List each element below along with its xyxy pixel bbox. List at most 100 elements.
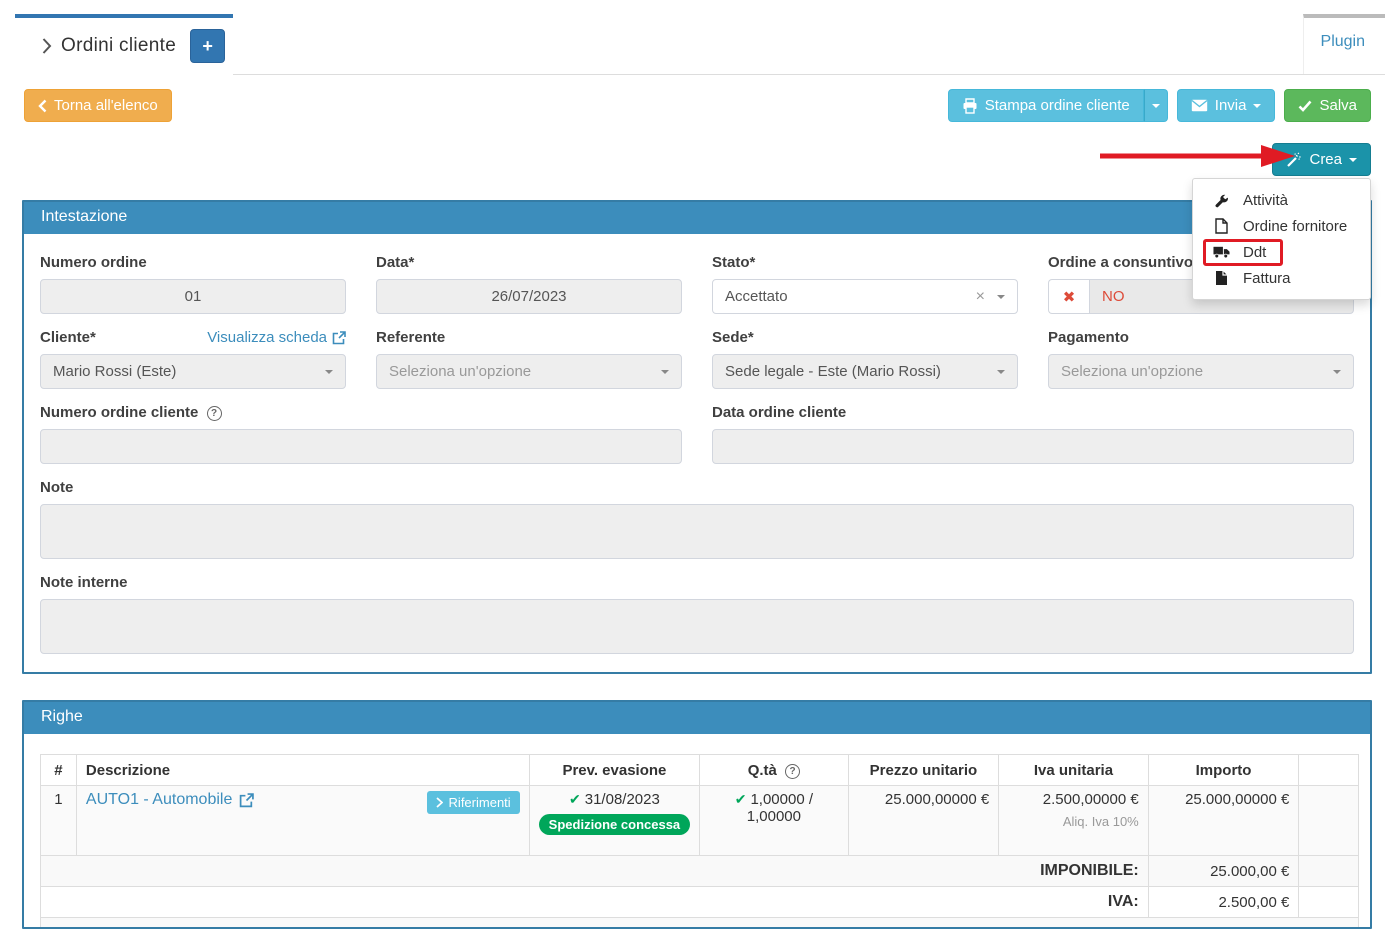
data-ordine-cliente-field: Data ordine cliente: [712, 404, 1354, 464]
print-dropdown-toggle[interactable]: [1144, 89, 1168, 122]
send-label: Invia: [1215, 97, 1247, 114]
truck-icon: [1212, 245, 1230, 259]
empty-cell: [1299, 856, 1359, 887]
row-prev-evasione-cell: ✔31/08/2023 Spedizione concessa: [529, 786, 700, 856]
numero-ordine-label: Numero ordine: [40, 254, 346, 271]
imponibile-value: 25.000,00 €: [1148, 856, 1299, 887]
cliente-select[interactable]: Mario Rossi (Este): [40, 354, 346, 389]
numero-ordine-cliente-text: Numero ordine cliente: [40, 404, 198, 421]
row-importo-cell: 25.000,00000 €: [1148, 786, 1299, 856]
toolbar-right-group: Stampa ordine cliente Invia Salva: [948, 89, 1371, 122]
create-button[interactable]: Crea: [1272, 143, 1371, 176]
sede-value: Sede legale - Este (Mario Rossi): [725, 363, 941, 380]
menu-item-fattura[interactable]: Fattura: [1193, 265, 1370, 291]
page-title: Ordini cliente: [61, 35, 176, 57]
help-icon[interactable]: ?: [785, 764, 800, 779]
table-header-row: # Descrizione Prev. evasione Q.tà ? Prez…: [41, 755, 1359, 786]
col-iva-unitaria: Iva unitaria: [999, 755, 1149, 786]
imponibile-label: IMPONIBILE:: [41, 856, 1149, 887]
wrench-icon: [1212, 193, 1230, 208]
iva-value: 2.500,00000 €: [1008, 791, 1139, 808]
clear-icon[interactable]: ×: [976, 288, 985, 306]
visualizza-scheda-link[interactable]: Visualizza scheda: [207, 329, 346, 346]
back-to-list-label: Torna all'elenco: [54, 97, 158, 114]
send-button[interactable]: Invia: [1177, 89, 1276, 122]
stato-label: Stato*: [712, 254, 1018, 271]
numero-ordine-input[interactable]: 01: [40, 279, 346, 314]
magic-wand-icon: [1286, 152, 1302, 168]
row-qta-cell: ✔1,00000 / 1,00000: [700, 786, 848, 856]
iva-label: IVA:: [41, 887, 1149, 918]
tabbar-divider: [233, 74, 1385, 75]
external-link-icon: [239, 793, 254, 808]
create-label: Crea: [1309, 151, 1342, 168]
caret-down-icon: [325, 370, 333, 374]
pagamento-label: Pagamento: [1048, 329, 1354, 346]
print-order-button[interactable]: Stampa ordine cliente: [948, 89, 1144, 122]
referente-field: Referente Seleziona un'opzione: [376, 329, 682, 389]
note-label: Note: [40, 479, 1354, 496]
menu-item-attivita[interactable]: Attività: [1193, 187, 1370, 213]
intestazione-panel: Intestazione Numero ordine 01 Data* 26/0…: [22, 200, 1372, 674]
article-link-label: AUTO1 - Automobile: [86, 791, 232, 809]
data-field: Data* 26/07/2023: [376, 254, 682, 314]
sede-select[interactable]: Sede legale - Este (Mario Rossi): [712, 354, 1018, 389]
cliente-field: Cliente* Visualizza scheda Mario Rossi (…: [40, 329, 346, 389]
pagamento-field: Pagamento Seleziona un'opzione: [1048, 329, 1354, 389]
stato-value: Accettato: [725, 288, 788, 305]
plugin-link[interactable]: Plugin: [1321, 33, 1365, 51]
menu-item-ordine-fornitore[interactable]: Ordine fornitore: [1193, 213, 1370, 239]
tab-bar: Ordini cliente +: [0, 14, 1385, 75]
save-button[interactable]: Salva: [1284, 89, 1371, 122]
printer-icon: [962, 98, 978, 114]
external-link-icon: [332, 331, 346, 345]
iva-aliquota: Aliq. Iva 10%: [1008, 814, 1139, 829]
riferimenti-label: Riferimenti: [449, 795, 511, 810]
menu-item-ddt[interactable]: Ddt: [1193, 239, 1370, 265]
col-num: #: [41, 755, 77, 786]
iva-total-value: 2.500,00 €: [1148, 887, 1299, 918]
numero-ordine-field: Numero ordine 01: [40, 254, 346, 314]
x-mark-icon[interactable]: ✖: [1048, 279, 1089, 314]
numero-ordine-cliente-input[interactable]: [40, 429, 682, 464]
note-interne-label: Note interne: [40, 574, 1354, 591]
referente-select[interactable]: Seleziona un'opzione: [376, 354, 682, 389]
add-order-button[interactable]: +: [190, 29, 225, 63]
caret-down-icon: [997, 295, 1005, 299]
article-link[interactable]: AUTO1 - Automobile: [86, 791, 254, 809]
pagamento-select[interactable]: Seleziona un'opzione: [1048, 354, 1354, 389]
col-qta-text: Q.tà: [748, 762, 777, 779]
sede-label: Sede*: [712, 329, 1018, 346]
riferimenti-button[interactable]: Riferimenti: [427, 791, 520, 814]
ddt-highlight-box: Ddt: [1203, 239, 1283, 266]
caret-down-icon: [1333, 370, 1341, 374]
cliente-label: Cliente*: [40, 329, 96, 346]
sede-field: Sede* Sede legale - Este (Mario Rossi): [712, 329, 1018, 389]
data-input[interactable]: 26/07/2023: [376, 279, 682, 314]
qta-value: 1,00000 / 1,00000: [747, 791, 813, 825]
table-row: 1 AUTO1 - Automobile: [41, 786, 1359, 856]
caret-down-icon: [661, 370, 669, 374]
data-label: Data*: [376, 254, 682, 271]
note-interne-textarea[interactable]: [40, 599, 1354, 654]
data-ordine-cliente-label: Data ordine cliente: [712, 404, 1354, 421]
row-actions-cell: [1299, 786, 1359, 856]
note-field: Note: [40, 479, 1354, 559]
tab-ordini-cliente[interactable]: Ordini cliente +: [15, 14, 233, 75]
caret-down-icon: [1152, 104, 1160, 108]
righe-table: # Descrizione Prev. evasione Q.tà ? Prez…: [40, 754, 1359, 929]
note-textarea[interactable]: [40, 504, 1354, 559]
caret-down-icon: [1349, 158, 1357, 162]
stato-select[interactable]: Accettato ×: [712, 279, 1018, 314]
righe-panel-title: Righe: [24, 702, 1370, 734]
back-to-list-button[interactable]: Torna all'elenco: [24, 89, 172, 122]
stato-field: Stato* Accettato ×: [712, 254, 1018, 314]
imponibile-row: IMPONIBILE: 25.000,00 €: [41, 856, 1359, 887]
data-ordine-cliente-input[interactable]: [712, 429, 1354, 464]
chevron-right-icon: [436, 797, 443, 808]
toolbar: Torna all'elenco Stampa ordine cliente I: [24, 89, 1371, 122]
red-annotation-arrow: [1095, 141, 1300, 171]
help-icon[interactable]: ?: [207, 406, 222, 421]
col-prev-evasione: Prev. evasione: [529, 755, 700, 786]
referente-placeholder: Seleziona un'opzione: [389, 363, 531, 380]
